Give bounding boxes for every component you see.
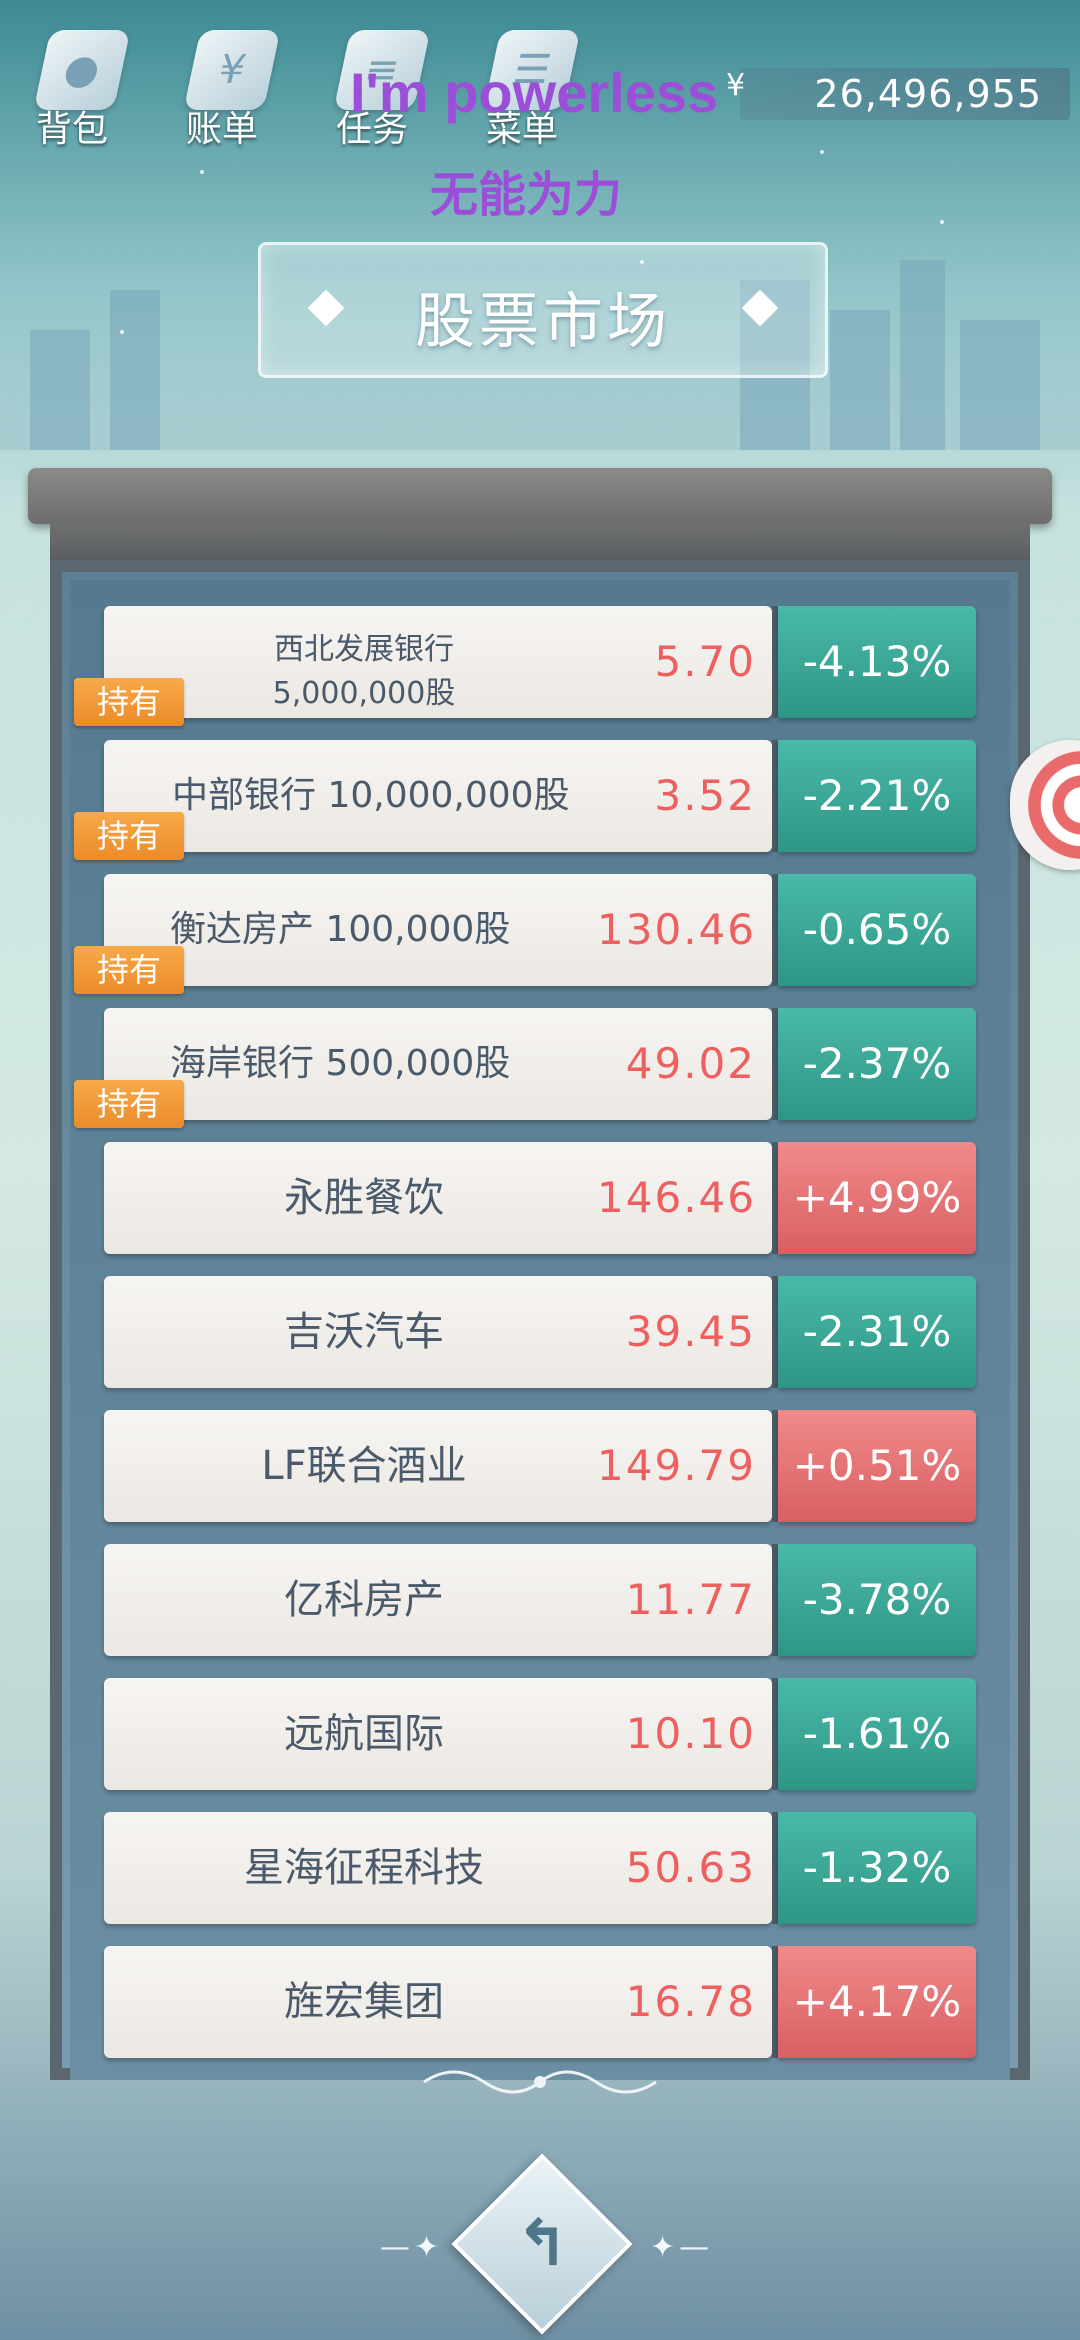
back-arrow-icon[interactable]: ↰ xyxy=(478,2180,606,2308)
stock-price: 130.46 xyxy=(597,905,756,954)
stock-change: +0.51% xyxy=(778,1410,976,1522)
ornament-right: ✦— xyxy=(650,2230,714,2265)
stock-name: 星海征程科技 xyxy=(244,1845,484,1891)
stock-price: 3.52 xyxy=(654,771,756,820)
stock-price: 49.02 xyxy=(625,1039,756,1088)
stock-name: 亿科房产 xyxy=(284,1577,444,1623)
stock-name: 永胜餐饮 xyxy=(284,1175,444,1221)
stock-name: 衡达房产 100,000股 xyxy=(170,909,511,950)
overlay-caption-cn: 无能为力 xyxy=(430,167,623,223)
stock-change: -2.31% xyxy=(778,1276,976,1388)
swirl-ornament-icon xyxy=(423,2070,657,2094)
stock-change: +4.17% xyxy=(778,1946,976,2058)
stock-name: 中部银行 10,000,000股 xyxy=(172,775,570,816)
bill-icon: ¥ xyxy=(183,30,281,110)
stock-change: -2.37% xyxy=(778,1008,976,1120)
stock-row[interactable]: 亿科房产 11.77 -3.78% xyxy=(104,1544,976,1656)
board-cornice-lower xyxy=(50,522,1030,562)
scroll-ornament xyxy=(414,2062,666,2102)
stock-row[interactable]: 吉沃汽车 39.45 -2.31% xyxy=(104,1276,976,1388)
nav-bill[interactable]: ¥ 账单 xyxy=(162,20,282,150)
stock-change: -0.65% xyxy=(778,874,976,986)
stock-name: 海岸银行 500,000股 xyxy=(170,1043,511,1084)
hold-badge: 持有 xyxy=(74,678,184,726)
stock-change: -1.32% xyxy=(778,1812,976,1924)
stock-name: 旌宏集团 xyxy=(284,1979,444,2025)
stock-change: -2.21% xyxy=(778,740,976,852)
hold-badge: 持有 xyxy=(74,812,184,860)
stock-price: 149.79 xyxy=(597,1441,756,1490)
hold-badge: 持有 xyxy=(74,1080,184,1128)
stock-name: LF联合酒业 xyxy=(261,1443,467,1489)
board-cornice xyxy=(28,468,1052,524)
hold-badge: 持有 xyxy=(74,946,184,994)
stock-price: 50.63 xyxy=(625,1843,756,1892)
currency-symbol: ¥ xyxy=(726,68,746,103)
title-plate: 股票市场 xyxy=(258,242,828,378)
stock-row[interactable]: 远航国际 10.10 -1.61% xyxy=(104,1678,976,1790)
stock-row[interactable]: 永胜餐饮 146.46 +4.99% xyxy=(104,1142,976,1254)
stock-price: 146.46 xyxy=(597,1173,756,1222)
stock-name: 吉沃汽车 xyxy=(284,1309,444,1355)
stock-price: 16.78 xyxy=(625,1977,756,2026)
stock-price: 10.10 xyxy=(625,1709,756,1758)
stock-name: 远航国际 xyxy=(284,1711,444,1757)
stock-price: 11.77 xyxy=(625,1575,756,1624)
stock-row[interactable]: LF联合酒业 149.79 +0.51% xyxy=(104,1410,976,1522)
nav-backpack[interactable]: ● 背包 xyxy=(12,20,132,150)
stock-change: -3.78% xyxy=(778,1544,976,1656)
stock-row[interactable]: 中部银行 10,000,000股 3.52 -2.21% 持有 xyxy=(74,740,976,860)
nav-label-bill: 账单 xyxy=(185,109,258,150)
stock-row[interactable]: 西北发展银行 5,000,000股 5.70 -4.13% 持有 xyxy=(74,606,976,726)
page-title: 股票市场 xyxy=(415,287,671,357)
stock-row[interactable]: 海岸银行 500,000股 49.02 -2.37% 持有 xyxy=(74,1008,976,1128)
stock-shares: 5,000,000股 xyxy=(272,676,456,711)
backpack-icon: ● xyxy=(33,30,131,110)
overlay-caption-en: I'm powerless xyxy=(350,61,719,124)
stock-change: +4.99% xyxy=(778,1142,976,1254)
stock-price: 39.45 xyxy=(625,1307,756,1356)
stock-row[interactable]: 旌宏集团 16.78 +4.17% xyxy=(104,1946,976,2058)
nav-label-backpack: 背包 xyxy=(35,109,108,150)
ornament-left: —✦ xyxy=(380,2230,444,2265)
money-amount: 26,496,955 xyxy=(814,72,1042,116)
stock-change: -1.61% xyxy=(778,1678,976,1790)
stock-change: -4.13% xyxy=(778,606,976,718)
stock-row[interactable]: 衡达房产 100,000股 130.46 -0.65% 持有 xyxy=(74,874,976,994)
stock-row[interactable]: 星海征程科技 50.63 -1.32% xyxy=(104,1812,976,1924)
stock-name: 西北发展银行 xyxy=(274,632,454,667)
stock-price: 5.70 xyxy=(654,637,756,686)
